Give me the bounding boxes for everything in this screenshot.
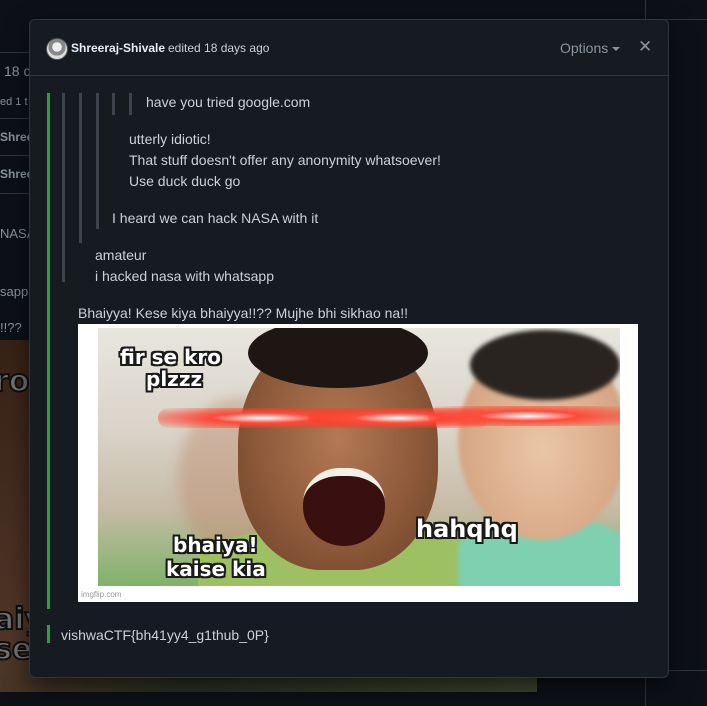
- laser-eye: [428, 406, 620, 426]
- meme-image[interactable]: fir se kro plzzz bhaiya! kaise kia hahqh…: [78, 324, 638, 602]
- chevron-down-icon: [612, 47, 621, 52]
- diff-added-bar: [47, 625, 50, 643]
- quote-text: i hacked nasa with whatsapp: [95, 268, 274, 284]
- quote-text: amateur: [95, 247, 147, 263]
- quote-text: I heard we can hack NASA with it: [112, 210, 319, 226]
- quote-bar: [129, 93, 132, 115]
- quote-text: That stuff doesn't offer any anonymity w…: [129, 152, 441, 168]
- edit-history-modal: Shreeraj-Shivale edited 18 days ago Opti…: [29, 19, 669, 678]
- quote-text: utterly idiotic!: [129, 131, 211, 147]
- modal-header: Shreeraj-Shivale edited 18 days ago Opti…: [30, 20, 668, 76]
- edited-timestamp: edited 18 days ago: [168, 41, 270, 55]
- quote-bar: [112, 93, 115, 115]
- quote-text: Use duck duck go: [129, 173, 241, 189]
- author-link[interactable]: Shreeraj-Shivale: [71, 41, 165, 55]
- background-snippet: !!??: [0, 320, 22, 335]
- meme-caption: kaise kia: [166, 557, 266, 581]
- quote-bar: [79, 93, 82, 243]
- quote-text: have you tried google.com: [146, 94, 311, 110]
- meme-caption: plzzz: [146, 367, 203, 391]
- flag-text: vishwaCTF{bh41yy4_g1thub_0P}: [61, 627, 269, 643]
- diff-added-bar: [47, 93, 50, 609]
- comment-text: Bhaiyya! Kese kiya bhaiyya!!?? Mujhe bhi…: [78, 305, 408, 321]
- quote-bar: [96, 93, 99, 229]
- avatar[interactable]: [46, 38, 68, 60]
- meme-caption: hahqhq: [416, 515, 518, 543]
- options-dropdown[interactable]: Options: [560, 40, 621, 56]
- meme-watermark: imgflip.com: [81, 590, 122, 599]
- options-label: Options: [560, 40, 609, 56]
- meme-caption: bhaiya!: [173, 533, 258, 557]
- meme-caption: fir se kro: [120, 345, 221, 369]
- close-icon[interactable]: ✕: [638, 37, 652, 57]
- quote-bar: [62, 93, 65, 282]
- background-top-band: [0, 0, 646, 18]
